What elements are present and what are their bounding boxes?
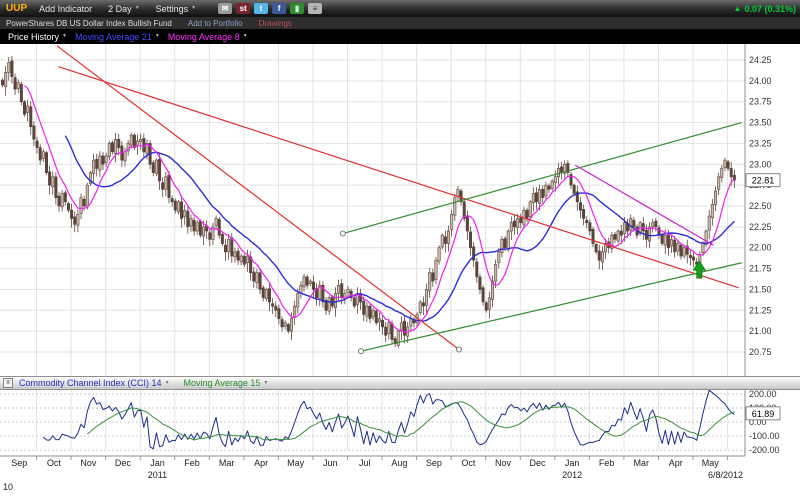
svg-text:May: May [702,458,720,468]
svg-text:24.00: 24.00 [749,76,772,86]
cci-header-bar: x Commodity Channel Index (CCI) 14 ▼ Mov… [0,376,800,390]
add-indicator-button[interactable]: Add Indicator [39,4,92,14]
fund-name: PowerShares DB US Dollar Index Bullish F… [6,19,172,28]
svg-text:Feb: Feb [184,458,200,468]
svg-text:22.00: 22.00 [749,243,772,253]
svg-text:23.50: 23.50 [749,118,772,128]
svg-text:Nov: Nov [80,458,97,468]
buy-arrow-icon [693,261,705,278]
share-icons-group: ✉ sttf ▮ ≡ [218,3,322,14]
cci-lines [43,390,734,449]
chevron-down-icon: ▼ [263,381,268,386]
svg-text:21.75: 21.75 [749,264,772,274]
svg-text:May: May [287,458,305,468]
period-label: 2 Day [108,4,132,14]
symbol-label: UUP [6,3,27,14]
price-change-text: 0.07 (0.31%) [744,4,796,14]
price-change-indicator: ▲ 0.07 (0.31%) [734,0,796,17]
svg-text:-200.00: -200.00 [749,445,780,455]
gridlines [0,44,745,460]
price-history-label: Price History [8,32,59,42]
chart-canvas[interactable]: 24.2524.0023.7523.5023.2523.0022.7522.50… [0,44,800,496]
svg-text:Jul: Jul [359,458,371,468]
x-axis-labels: Sep Oct Nov Dec Jan Feb Mar Apr May Jun Jul Aug Sep O… [3,458,743,492]
legend-bar: Price History ▼ Moving Average 21 ▼ Movi… [0,29,800,44]
chart-region: 24.2524.0023.7523.5023.2523.0022.7522.50… [0,44,800,496]
settings-label: Settings [156,4,189,14]
settings-button[interactable]: Settings ▼ [156,4,196,14]
add-to-portfolio-link[interactable]: Add to Portfolio [188,19,243,28]
cci-ma-dropdown[interactable]: Moving Average 15 ▼ [184,378,269,388]
svg-text:23.25: 23.25 [749,138,772,148]
drawings-menu[interactable]: Drawings [259,19,292,28]
facebook-icon[interactable]: f [272,3,286,14]
share-chart-icon[interactable]: ▮ [290,3,304,14]
svg-text:22.50: 22.50 [749,201,772,211]
svg-text:Jan: Jan [150,458,165,468]
chevron-down-icon: ▼ [243,34,248,39]
svg-text:21.25: 21.25 [749,305,772,315]
cci-dropdown[interactable]: Commodity Channel Index (CCI) 14 ▼ [19,378,170,388]
svg-text:10: 10 [3,482,13,492]
chevron-down-icon: ▼ [165,381,170,386]
chevron-down-icon: ▼ [155,34,160,39]
ma8-label: Moving Average 8 [168,32,240,42]
ma21-dropdown[interactable]: Moving Average 21 ▼ [75,32,160,42]
svg-text:Sep: Sep [11,458,27,468]
svg-text:Jun: Jun [323,458,338,468]
svg-text:21.50: 21.50 [749,284,772,294]
add-indicator-label: Add Indicator [39,4,92,14]
axis-labels: 24.2524.0023.7523.5023.2523.0022.7522.50… [749,55,780,455]
svg-text:2012: 2012 [562,470,582,480]
trendlines [57,46,742,354]
svg-text:61.89: 61.89 [752,409,775,419]
ma8-dropdown[interactable]: Moving Average 8 ▼ [168,32,248,42]
svg-text:6/8/2012: 6/8/2012 [708,470,743,480]
svg-text:24.25: 24.25 [749,55,772,65]
svg-text:Nov: Nov [495,458,512,468]
price-history-dropdown[interactable]: Price History ▼ [8,32,67,42]
svg-text:Mar: Mar [219,458,235,468]
chevron-down-icon: ▼ [135,6,140,11]
svg-text:Jan: Jan [565,458,580,468]
svg-text:20.75: 20.75 [749,347,772,357]
stocktwits-icon[interactable]: st [236,3,250,14]
svg-text:Sep: Sep [426,458,442,468]
period-dropdown[interactable]: 2 Day ▼ [108,4,139,14]
svg-text:Feb: Feb [599,458,615,468]
up-arrow-icon: ▲ [734,4,742,13]
svg-text:Dec: Dec [115,458,132,468]
svg-text:Oct: Oct [461,458,476,468]
svg-text:23.00: 23.00 [749,159,772,169]
svg-text:Apr: Apr [254,458,268,468]
cci-ma-label: Moving Average 15 [184,378,261,388]
candlesticks [1,56,735,348]
chevron-down-icon: ▼ [62,34,67,39]
svg-text:Apr: Apr [669,458,683,468]
svg-text:Mar: Mar [633,458,649,468]
svg-text:-100.00: -100.00 [749,431,780,441]
twitter-icon[interactable]: t [254,3,268,14]
chevron-down-icon: ▼ [191,6,196,11]
svg-text:21.00: 21.00 [749,326,772,336]
print-icon[interactable]: ≡ [308,3,322,14]
svg-text:Oct: Oct [47,458,62,468]
svg-text:200.00: 200.00 [749,389,777,399]
email-icon[interactable]: ✉ [218,3,232,14]
close-indicator-button[interactable]: x [3,378,13,388]
svg-text:22.25: 22.25 [749,222,772,232]
cci-label: Commodity Channel Index (CCI) 14 [19,378,162,388]
svg-text:23.75: 23.75 [749,97,772,107]
svg-text:Dec: Dec [530,458,547,468]
top-toolbar: UUP Add Indicator 2 Day ▼ Settings ▼ ✉ st… [0,0,800,17]
ma21-label: Moving Average 21 [75,32,152,42]
svg-text:Aug: Aug [391,458,407,468]
svg-text:22.81: 22.81 [752,176,775,186]
title-bar: PowerShares DB US Dollar Index Bullish F… [0,17,800,29]
svg-text:2011: 2011 [148,470,167,480]
